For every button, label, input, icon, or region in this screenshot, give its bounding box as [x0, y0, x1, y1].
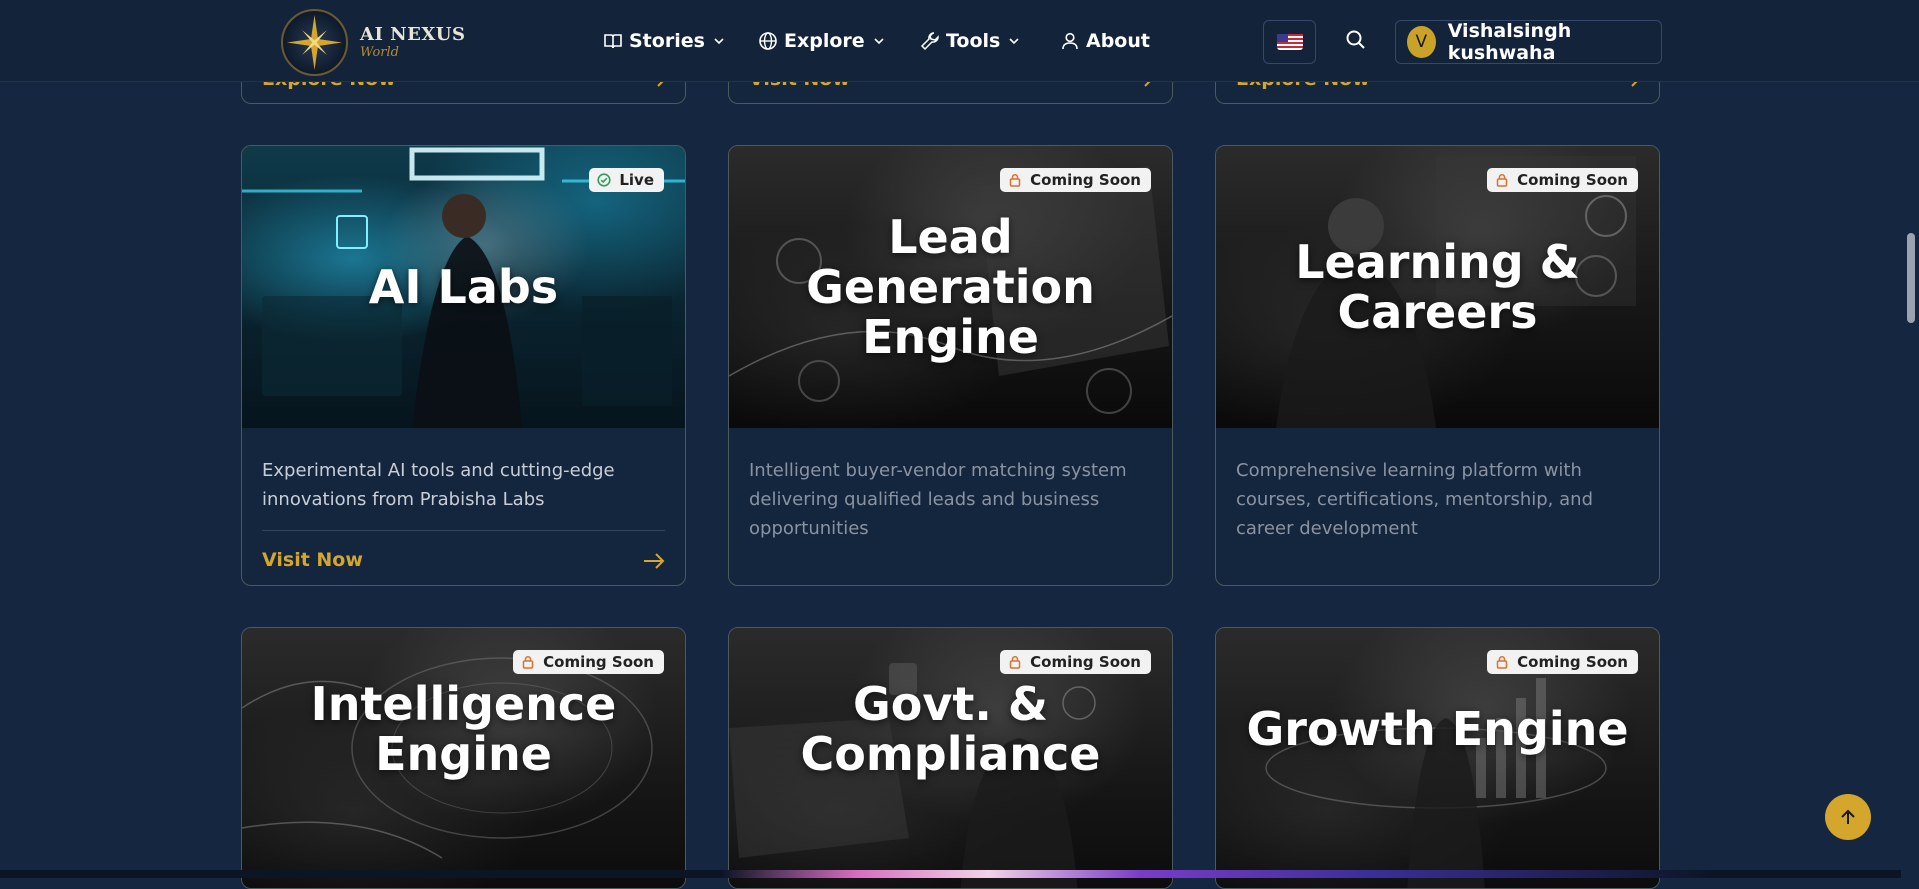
language-selector[interactable] [1263, 20, 1316, 64]
visit-now-link[interactable]: Visit Now [262, 549, 363, 571]
card-image: Coming Soon Learning & Careers [1216, 146, 1659, 428]
search-button[interactable] [1343, 27, 1369, 53]
card-learning-careers[interactable]: Coming Soon Learning & Careers Comprehen… [1215, 145, 1660, 586]
nav-stories[interactable]: Stories [603, 0, 725, 81]
card-image: Coming Soon Lead Generation Engine [729, 146, 1172, 428]
card-image: Coming Soon Growth Engine [1216, 628, 1659, 888]
card-ai-labs[interactable]: Live AI Labs Experimental AI tools and c… [241, 145, 686, 586]
card-title: Growth Engine [1246, 702, 1629, 756]
top-navigation-bar: AI NEXUS World Stories Explore Tools Abo… [0, 0, 1919, 82]
card-govt-compliance[interactable]: Coming Soon Govt. & Compliance [728, 627, 1173, 889]
us-flag-icon [1277, 34, 1303, 50]
user-icon [1062, 32, 1078, 49]
nav-explore-label: Explore [784, 29, 865, 52]
card-description: Comprehensive learning platform with cou… [1236, 460, 1593, 539]
card-growth-engine[interactable]: Coming Soon Growth Engine [1215, 627, 1660, 889]
scrollbar-thumb[interactable] [1907, 233, 1915, 323]
nav-tools-label: Tools [946, 29, 1001, 52]
scroll-to-top-button[interactable] [1825, 794, 1871, 840]
card-intelligence-engine[interactable]: Coming Soon Intelligence Engine [241, 627, 686, 889]
avatar: V [1407, 26, 1436, 58]
card-title: Govt. & Compliance [800, 677, 1101, 781]
card-title: AI Labs [368, 260, 559, 314]
chevron-down-icon [1009, 37, 1019, 44]
nav-about-label: About [1086, 29, 1150, 52]
divider [262, 530, 665, 531]
nav-about[interactable]: About [1060, 0, 1150, 81]
arrow-up-icon [1841, 809, 1855, 824]
nav-explore[interactable]: Explore [758, 0, 885, 81]
card-image: Coming Soon Intelligence Engine [242, 628, 685, 888]
nav-stories-label: Stories [629, 29, 705, 52]
search-icon [1346, 30, 1365, 49]
compass-star-logo-icon [281, 9, 348, 76]
card-image: Coming Soon Govt. & Compliance [729, 628, 1172, 888]
chevron-down-icon [714, 37, 724, 44]
card-description: Intelligent buyer-vendor matching system… [749, 460, 1127, 539]
bottom-gradient-strip [0, 870, 1901, 878]
arrow-right-icon[interactable] [643, 552, 665, 570]
card-title: Intelligence Engine [310, 677, 617, 781]
book-icon [604, 33, 622, 48]
user-name: Vishalsingh kushwaha [1447, 20, 1572, 64]
card-image: Live AI Labs [242, 146, 685, 428]
user-menu-button[interactable]: V Vishalsingh kushwaha [1395, 20, 1662, 64]
card-title: Learning & Careers [1295, 235, 1580, 339]
brand-logo[interactable]: AI NEXUS World [281, 9, 466, 76]
wrench-icon [920, 31, 939, 50]
nav-tools[interactable]: Tools [920, 0, 1020, 81]
card-lead-generation-engine[interactable]: Coming Soon Lead Generation Engine Intel… [728, 145, 1173, 586]
brand-subtitle: World [360, 45, 399, 60]
card-title: Lead Generation Engine [806, 210, 1095, 364]
brand-title: AI NEXUS [360, 24, 466, 45]
globe-icon [759, 31, 777, 50]
vertical-scrollbar[interactable] [1901, 0, 1919, 878]
card-description: Experimental AI tools and cutting-edge i… [262, 460, 615, 510]
chevron-down-icon [874, 37, 884, 44]
